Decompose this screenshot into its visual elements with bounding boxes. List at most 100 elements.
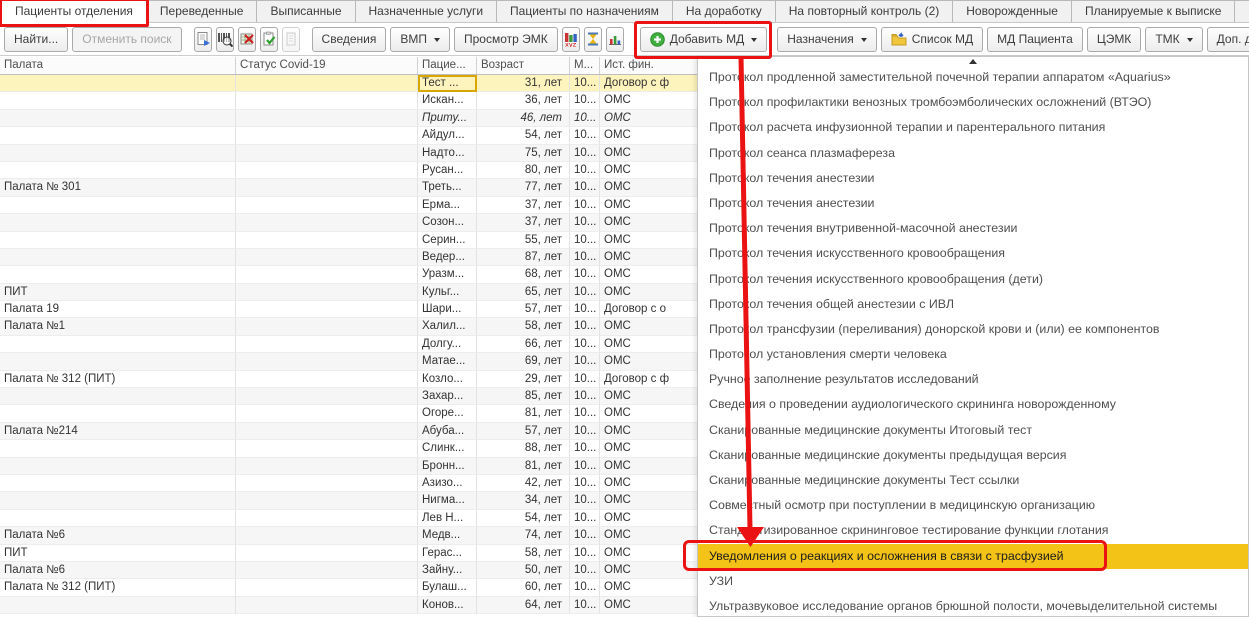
cell-patient[interactable]: Огоре... <box>418 405 477 422</box>
cell-covid-status[interactable] <box>236 579 418 596</box>
cell-covid-status[interactable] <box>236 458 418 475</box>
cancel-search-button[interactable]: Отменить поиск <box>72 27 181 52</box>
cell-patient[interactable]: Медв... <box>418 527 477 544</box>
cell-ward[interactable] <box>0 405 236 422</box>
cell-covid-status[interactable] <box>236 127 418 144</box>
cell-ward[interactable]: Палата №1 <box>0 318 236 335</box>
cell-covid-status[interactable] <box>236 110 418 127</box>
tab[interactable]: Новорожденные <box>952 0 1072 22</box>
cell-patient[interactable]: Серин... <box>418 232 477 249</box>
cell-m[interactable]: 10... <box>570 318 600 335</box>
cell-covid-status[interactable] <box>236 284 418 301</box>
menu-item[interactable]: Протокол течения общей анестезии с ИВЛ <box>698 292 1248 317</box>
column-header-covid-status[interactable]: Статус Covid-19 <box>236 57 418 74</box>
cell-covid-status[interactable] <box>236 492 418 509</box>
add-md-button[interactable]: Добавить МД <box>640 27 768 52</box>
menu-item[interactable]: Сканированные медицинские документы пред… <box>698 443 1248 468</box>
cell-ward[interactable] <box>0 110 236 127</box>
menu-item[interactable]: УЗИ <box>698 569 1248 594</box>
menu-item[interactable]: Совместный осмотр при поступлении в меди… <box>698 493 1248 518</box>
cell-covid-status[interactable] <box>236 423 418 440</box>
cell-patient[interactable]: Ерма... <box>418 197 477 214</box>
cell-m[interactable]: 10... <box>570 179 600 196</box>
cell-m[interactable]: 10... <box>570 75 600 92</box>
cell-patient[interactable]: Козло... <box>418 371 477 388</box>
extra-docs-button[interactable]: Доп. докуме <box>1207 27 1249 52</box>
menu-item[interactable]: Протокол течения искусственного кровообр… <box>698 267 1248 292</box>
cell-m[interactable]: 10... <box>570 545 600 562</box>
cell-m[interactable]: 10... <box>570 562 600 579</box>
cell-age[interactable]: 65, лет <box>477 284 570 301</box>
cell-m[interactable]: 10... <box>570 266 600 283</box>
cell-m[interactable]: 10... <box>570 423 600 440</box>
abc-analysis-button[interactable]: xyz <box>562 27 580 52</box>
cell-covid-status[interactable] <box>236 336 418 353</box>
view-emk-button[interactable]: Просмотр ЭМК <box>454 27 558 52</box>
cell-age[interactable]: 57, лет <box>477 423 570 440</box>
cell-m[interactable]: 10... <box>570 301 600 318</box>
cell-ward[interactable]: Палата 19 <box>0 301 236 318</box>
cell-m[interactable]: 10... <box>570 145 600 162</box>
cell-age[interactable]: 60, лет <box>477 579 570 596</box>
cell-age[interactable]: 58, лет <box>477 545 570 562</box>
cell-ward[interactable]: Палата № 312 (ПИТ) <box>0 371 236 388</box>
clipboard-check-button[interactable] <box>260 27 278 52</box>
cell-age[interactable]: 58, лет <box>477 318 570 335</box>
cell-age[interactable]: 64, лет <box>477 597 570 614</box>
cell-age[interactable]: 66, лет <box>477 336 570 353</box>
barcode-search-button[interactable] <box>216 27 234 52</box>
cell-covid-status[interactable] <box>236 92 418 109</box>
cell-patient[interactable]: Конов... <box>418 597 477 614</box>
cell-covid-status[interactable] <box>236 597 418 614</box>
cell-patient[interactable]: Ведер... <box>418 249 477 266</box>
cell-m[interactable]: 10... <box>570 458 600 475</box>
cell-covid-status[interactable] <box>236 353 418 370</box>
menu-item[interactable]: Протокол течения анестезии <box>698 166 1248 191</box>
cell-ward[interactable] <box>0 214 236 231</box>
cell-age[interactable]: 68, лет <box>477 266 570 283</box>
cell-m[interactable]: 10... <box>570 214 600 231</box>
cell-m[interactable]: 10... <box>570 127 600 144</box>
cell-patient[interactable]: Азизо... <box>418 475 477 492</box>
cell-ward[interactable] <box>0 145 236 162</box>
cell-m[interactable]: 10... <box>570 249 600 266</box>
cell-m[interactable]: 10... <box>570 371 600 388</box>
cell-ward[interactable]: Палата №214 <box>0 423 236 440</box>
md-patient-button[interactable]: МД Пациента <box>987 27 1083 52</box>
cell-m[interactable]: 10... <box>570 232 600 249</box>
cell-m[interactable]: 10... <box>570 475 600 492</box>
cell-age[interactable]: 54, лет <box>477 510 570 527</box>
menu-item[interactable]: Ручное заполнение результатов исследован… <box>698 367 1248 392</box>
cell-patient[interactable]: Нигма... <box>418 492 477 509</box>
cell-covid-status[interactable] <box>236 301 418 318</box>
cell-patient[interactable]: Долгу... <box>418 336 477 353</box>
cell-patient[interactable]: Лев Н... <box>418 510 477 527</box>
cell-m[interactable]: 10... <box>570 579 600 596</box>
tab[interactable]: Переведенные <box>146 0 258 22</box>
cell-patient[interactable]: Бронн... <box>418 458 477 475</box>
cell-age[interactable]: 42, лет <box>477 475 570 492</box>
cell-ward[interactable] <box>0 388 236 405</box>
cell-age[interactable]: 88, лет <box>477 440 570 457</box>
cell-covid-status[interactable] <box>236 545 418 562</box>
cell-ward[interactable] <box>0 197 236 214</box>
column-header-age[interactable]: Возраст <box>477 57 570 74</box>
cell-age[interactable]: 29, лет <box>477 371 570 388</box>
cell-age[interactable]: 50, лет <box>477 562 570 579</box>
cell-age[interactable]: 34, лет <box>477 492 570 509</box>
tab[interactable]: Пациенты по назначениям <box>496 0 673 22</box>
details-button[interactable]: Сведения <box>312 27 387 52</box>
cell-ward[interactable]: ПИТ <box>0 545 236 562</box>
cell-patient[interactable]: Айдул... <box>418 127 477 144</box>
cell-covid-status[interactable] <box>236 145 418 162</box>
cell-age[interactable]: 36, лет <box>477 92 570 109</box>
cemk-button[interactable]: ЦЭМК <box>1087 27 1142 52</box>
cell-covid-status[interactable] <box>236 162 418 179</box>
cell-covid-status[interactable] <box>236 249 418 266</box>
cell-ward[interactable] <box>0 162 236 179</box>
cell-age[interactable]: 81, лет <box>477 405 570 422</box>
menu-item[interactable]: Стандартизированное скрининговое тестиро… <box>698 518 1248 543</box>
cell-m[interactable]: 10... <box>570 597 600 614</box>
bar-chart-button[interactable] <box>606 27 624 52</box>
tab[interactable]: На повторный контроль (2) <box>775 0 953 22</box>
